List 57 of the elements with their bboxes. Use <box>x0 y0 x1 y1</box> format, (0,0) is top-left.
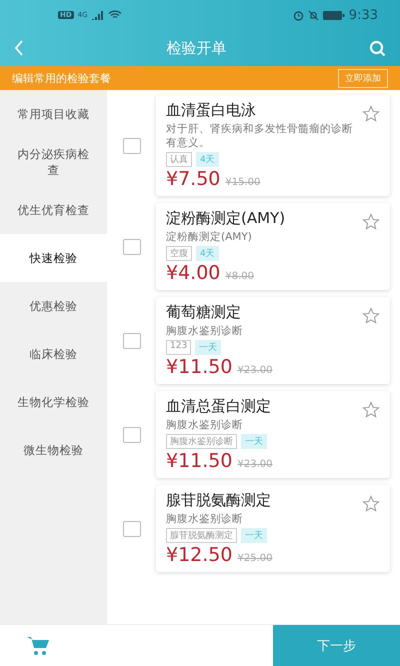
test-tag: 4天 <box>196 152 219 168</box>
checkbox[interactable] <box>122 138 140 154</box>
category-item[interactable]: 快速检验 <box>0 234 107 282</box>
wifi-icon <box>108 10 122 20</box>
test-name: 血清总蛋白测定 <box>166 397 271 416</box>
original-price: ¥15.00 <box>225 177 260 188</box>
test-card[interactable]: 血清蛋白电泳 对于肝、肾疾病和多发性骨髓瘤的诊断有意义。 认真 4天 ¥7.50 ¥15.00 <box>156 95 390 196</box>
checkbox[interactable] <box>122 238 140 255</box>
test-tag: 认真 <box>166 152 192 168</box>
search-icon[interactable] <box>369 40 386 56</box>
test-card[interactable]: 腺苷脱氨酶测定 胸腹水鉴别诊断 腺苷脱氨酶测定 一天 ¥12.50 ¥25.00 <box>156 485 390 572</box>
clock-time: 9:33 <box>348 8 378 22</box>
original-price: ¥25.00 <box>237 553 272 564</box>
checkbox[interactable] <box>122 520 140 537</box>
sale-price: ¥11.50 <box>166 357 232 380</box>
test-description: 胸腹水鉴别诊断 <box>166 512 244 526</box>
back-icon[interactable] <box>14 40 24 56</box>
test-name: 淀粉酶测定(AMY) <box>166 209 286 228</box>
mute-icon <box>308 10 319 20</box>
alarm-icon <box>292 10 304 20</box>
star-icon[interactable] <box>362 105 380 123</box>
checkbox[interactable] <box>122 332 140 349</box>
cart-icon[interactable] <box>27 636 51 656</box>
star-icon[interactable] <box>362 213 380 232</box>
star-icon[interactable] <box>362 495 380 514</box>
test-card[interactable]: 葡萄糖测定 胸腹水鉴别诊断 123 一天 ¥11.50 ¥23.00 <box>156 297 390 384</box>
test-description: 胸腹水鉴别诊断 <box>166 324 244 338</box>
test-tag: 4天 <box>196 246 219 262</box>
banner-text: 编辑常用的检验套餐 <box>12 70 112 86</box>
battery-icon <box>322 10 345 20</box>
checkbox[interactable] <box>122 426 140 443</box>
test-tag: 空腹 <box>166 246 192 262</box>
sale-price: ¥7.50 <box>166 169 220 192</box>
star-icon[interactable] <box>362 401 380 420</box>
sale-price: ¥4.00 <box>166 263 220 286</box>
test-name: 血清蛋白电泳 <box>166 101 256 120</box>
test-tag: 胸腹水鉴别诊断 <box>166 434 237 450</box>
test-tag: 腺苷脱氨酶测定 <box>166 528 237 544</box>
star-icon[interactable] <box>362 307 380 326</box>
test-card[interactable]: 淀粉酶测定(AMY) 淀粉酶测定(AMY) 空腹 4天 ¥4.00 ¥8.00 <box>156 203 390 290</box>
test-name: 葡萄糖测定 <box>166 303 241 322</box>
original-price: ¥8.00 <box>225 271 254 282</box>
test-tag: 一天 <box>241 434 267 450</box>
test-tag: 一天 <box>241 528 267 544</box>
test-name: 腺苷脱氨酶测定 <box>166 491 271 510</box>
signal-icon <box>92 10 104 20</box>
test-description: 对于肝、肾疾病和多发性骨髓瘤的诊断有意义。 <box>166 122 354 150</box>
test-description: 淀粉酶测定(AMY) <box>166 230 253 244</box>
test-tag: 一天 <box>195 340 222 356</box>
test-card[interactable]: 血清总蛋白测定 胸腹水鉴别诊断 胸腹水鉴别诊断 一天 ¥11.50 ¥23.00 <box>156 391 390 478</box>
test-tag: 123 <box>166 340 192 356</box>
original-price: ¥23.00 <box>237 459 272 470</box>
page-title: 检验开单 <box>166 38 228 58</box>
original-price: ¥23.00 <box>237 365 272 376</box>
test-description: 胸腹水鉴别诊断 <box>166 418 244 432</box>
sale-price: ¥12.50 <box>166 545 232 568</box>
sale-price: ¥11.50 <box>166 451 232 474</box>
